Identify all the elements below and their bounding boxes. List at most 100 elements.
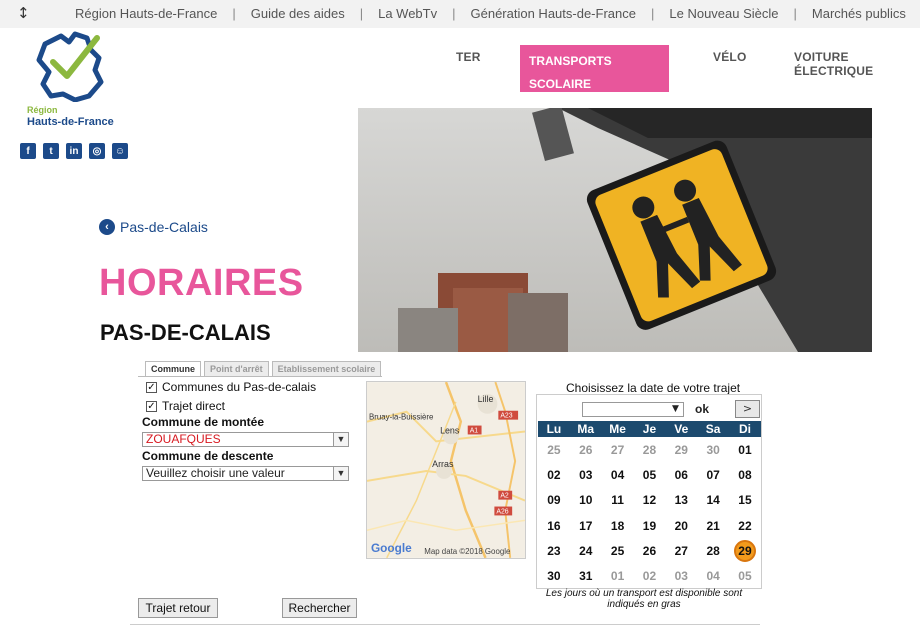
checkbox-trajet-direct[interactable]: ✓ Trajet direct (146, 399, 225, 413)
calendar-day-label: 13 (674, 493, 688, 508)
instagram-icon[interactable]: ◎ (89, 143, 105, 159)
chevron-down-icon[interactable]: ▼ (333, 433, 348, 446)
calendar-day-label: 24 (579, 543, 593, 558)
top-link-region[interactable]: Région Hauts-de-France (75, 6, 217, 21)
tab-commune[interactable]: Commune (145, 361, 202, 377)
map-road-a26: A26 (496, 508, 508, 515)
top-link-webtv[interactable]: La WebTv (378, 6, 437, 21)
calendar-day[interactable]: 09 (538, 493, 570, 507)
top-link-generation[interactable]: Génération Hauts-de-France (471, 6, 636, 21)
calendar-day[interactable]: 11 (602, 493, 634, 507)
calendar-day[interactable]: 08 (729, 468, 761, 482)
map-attribution[interactable]: Map data ©2018 Google (424, 547, 511, 556)
calendar-day[interactable]: 13 (665, 493, 697, 507)
calendar-day-label: 01 (610, 569, 625, 584)
tab-point-arret[interactable]: Point d'arrêt (204, 361, 269, 377)
calendar-month-select[interactable]: ▼ (582, 402, 684, 417)
calendar-day[interactable]: 20 (665, 519, 697, 533)
calendar-day-label: 02 (642, 569, 657, 584)
calendar-day[interactable]: 26 (634, 544, 666, 558)
calendar-day[interactable]: 04 (602, 468, 634, 482)
resize-arrows-icon[interactable]: ↕ (17, 4, 30, 22)
calendar-day[interactable]: 29 (665, 443, 697, 457)
calendar-weekday: Ve (674, 422, 689, 436)
top-link-marches[interactable]: Marchés publics (812, 6, 906, 21)
calendar-day-label: 29 (674, 442, 688, 457)
top-link-nouveau-siecle[interactable]: Le Nouveau Siècle (669, 6, 778, 21)
calendar-day[interactable]: 04 (697, 569, 729, 583)
calendar-weekday: Sa (705, 422, 721, 436)
nav-transports-scolaire[interactable]: TRANSPORTS SCOLAIRE ET INTERURBAIN (520, 45, 669, 114)
montee-select[interactable]: ZOUAFQUES ▼ (142, 432, 349, 447)
calendar-day-label: 31 (579, 569, 593, 584)
calendar-day[interactable]: 31 (570, 569, 602, 583)
calendar-next-button[interactable]: > (735, 400, 760, 418)
calendar-day[interactable]: 02 (634, 569, 666, 583)
calendar-day[interactable]: 30 (538, 569, 570, 583)
calendar-day[interactable]: 03 (665, 569, 697, 583)
calendar-day-label: 29 (733, 539, 756, 562)
calendar-day[interactable]: 17 (570, 519, 602, 533)
calendar-day[interactable]: 24 (570, 544, 602, 558)
rechercher-button[interactable]: Rechercher (282, 598, 357, 618)
calendar-day[interactable]: 23 (538, 544, 570, 558)
calendar-day[interactable]: 15 (729, 493, 761, 507)
chevron-down-icon[interactable]: ▼ (668, 403, 683, 416)
calendar-day[interactable]: 01 (729, 443, 761, 457)
facebook-icon[interactable]: f (20, 143, 36, 159)
calendar-day[interactable]: 05 (729, 569, 761, 583)
calendar-day[interactable]: 05 (634, 468, 666, 482)
calendar-day[interactable]: 19 (634, 519, 666, 533)
calendar-day[interactable]: 25 (602, 544, 634, 558)
calendar-ok-button[interactable]: ok (695, 402, 709, 416)
checkbox-communes[interactable]: ✓ Communes du Pas-de-calais (146, 380, 316, 394)
separator: | (793, 6, 797, 21)
calendar-day[interactable]: 26 (570, 443, 602, 457)
checkbox-checked-icon[interactable]: ✓ (146, 381, 157, 393)
logo-text: Région Hauts-de-France (27, 104, 114, 128)
calendar-day[interactable]: 29 (729, 539, 761, 562)
calendar-day-label: 17 (579, 518, 593, 533)
nav-voiture-electrique[interactable]: VOITURE ÉLECTRIQUE (794, 50, 920, 78)
snapchat-icon[interactable]: ☺ (112, 143, 128, 159)
calendar-day[interactable]: 25 (538, 443, 570, 457)
calendar-day[interactable]: 27 (665, 544, 697, 558)
calendar-grid: 25 26 27 28 29 30 01 02 03 04 05 06 07 08 09 10 11 12 13 14… (538, 437, 761, 589)
back-link[interactable]: ‹ Pas-de-Calais (99, 219, 208, 235)
calendar-day[interactable]: 16 (538, 519, 570, 533)
calendar-day-label: 04 (706, 569, 720, 584)
calendar-day-label: 21 (706, 518, 720, 533)
descente-select[interactable]: Veuillez choisir une valeur ▼ (142, 466, 349, 481)
region-logo[interactable] (35, 30, 105, 102)
calendar-day[interactable]: 18 (602, 519, 634, 533)
checkbox-checked-icon[interactable]: ✓ (146, 400, 157, 412)
calendar-day[interactable]: 12 (634, 493, 666, 507)
calendar-day[interactable]: 07 (697, 468, 729, 482)
calendar-day[interactable]: 28 (634, 443, 666, 457)
top-link-guide[interactable]: Guide des aides (251, 6, 345, 21)
back-link-label: Pas-de-Calais (120, 219, 208, 235)
trajet-retour-button[interactable]: Trajet retour (138, 598, 218, 618)
calendar-day[interactable]: 10 (570, 493, 602, 507)
calendar-day[interactable]: 21 (697, 519, 729, 533)
chevron-down-icon[interactable]: ▼ (333, 467, 348, 480)
twitter-icon[interactable]: t (43, 143, 59, 159)
calendar-day[interactable]: 22 (729, 519, 761, 533)
nav-ter[interactable]: TER (456, 50, 481, 64)
calendar-day[interactable]: 27 (602, 443, 634, 457)
linkedin-icon[interactable]: in (66, 143, 82, 159)
calendar-day[interactable]: 02 (538, 468, 570, 482)
calendar-day-label: 11 (611, 493, 624, 508)
map-city-bruay: Bruay-la-Buissière (369, 413, 434, 422)
google-map[interactable]: Lille Bruay-la-Buissière Lens Arras A23 … (366, 381, 526, 559)
calendar-day[interactable]: 06 (665, 468, 697, 482)
calendar-day[interactable]: 28 (697, 544, 729, 558)
calendar-day[interactable]: 30 (697, 443, 729, 457)
calendar-weekday: Ma (577, 422, 595, 436)
calendar-day[interactable]: 14 (697, 493, 729, 507)
separator: | (452, 6, 456, 21)
calendar-day[interactable]: 01 (602, 569, 634, 583)
nav-velo[interactable]: VÉLO (713, 50, 746, 64)
tab-etablissement[interactable]: Etablissement scolaire (271, 361, 382, 377)
calendar-day[interactable]: 03 (570, 468, 602, 482)
